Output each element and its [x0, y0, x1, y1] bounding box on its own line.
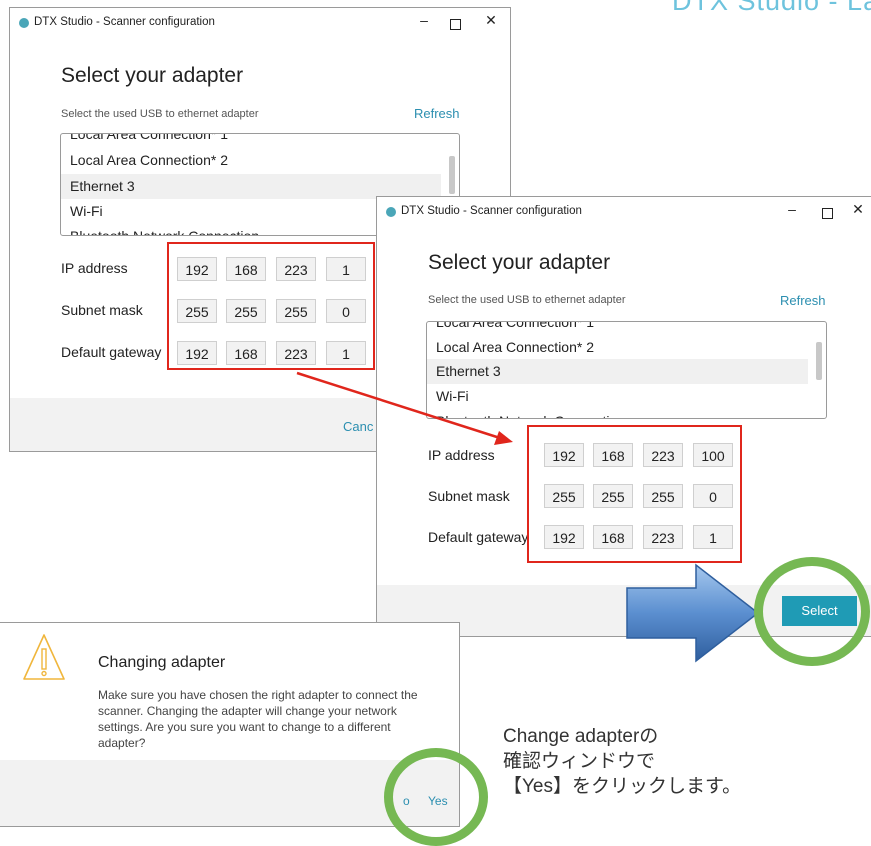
close-button[interactable]: ✕	[480, 12, 502, 29]
list-item[interactable]: Wi-Fi	[427, 384, 808, 409]
highlight-circle-select	[754, 557, 870, 666]
adapter-subtitle: Select the used USB to ethernet adapter	[61, 108, 259, 120]
highlight-box	[527, 425, 742, 563]
annotation-note: Change adapterの 確認ウィンドウで 【Yes】をクリックします。	[503, 724, 741, 799]
page-title: Select your adapter	[61, 64, 244, 87]
app-icon	[386, 207, 396, 217]
annotation-line-3: 【Yes】をクリックします。	[503, 776, 742, 797]
minimize-button[interactable]: –	[781, 201, 803, 217]
highlight-box	[167, 242, 375, 370]
cancel-button[interactable]: el	[736, 605, 746, 620]
title-bar: DTX Studio - Scanner configuration – ✕	[10, 8, 510, 38]
dialog-message: Make sure you have chosen the right adap…	[98, 688, 418, 750]
window-title: DTX Studio - Scanner configuration	[401, 205, 582, 217]
refresh-link[interactable]: Refresh	[780, 293, 826, 308]
window-title: DTX Studio - Scanner configuration	[34, 16, 215, 28]
scrollbar-thumb[interactable]	[449, 156, 455, 194]
list-item[interactable]: Local Area Connection* 2	[427, 335, 808, 360]
maximize-button[interactable]	[450, 19, 461, 30]
ip-label: IP address	[428, 447, 495, 463]
subnet-label: Subnet mask	[428, 488, 510, 504]
annotation-line-2: 確認ウィンドウで	[503, 751, 656, 772]
ip-label: IP address	[61, 260, 128, 276]
close-button[interactable]: ✕	[847, 201, 869, 218]
maximize-button[interactable]	[822, 208, 833, 219]
page-header: DTX Studio - La	[672, 0, 871, 16]
list-item[interactable]: Local Area Connection* 1	[61, 134, 441, 147]
scrollbar-thumb[interactable]	[816, 342, 822, 380]
subnet-label: Subnet mask	[61, 302, 143, 318]
minimize-button[interactable]: –	[413, 12, 435, 28]
highlight-circle-yes	[384, 748, 488, 846]
title-bar: DTX Studio - Scanner configuration – ✕	[377, 197, 871, 227]
cancel-button[interactable]: Canc	[343, 419, 373, 434]
app-icon	[19, 18, 29, 28]
list-item-selected[interactable]: Ethernet 3	[427, 359, 808, 384]
annotation-line-1: Change adapterの	[503, 726, 659, 747]
dialog-title: Changing adapter	[98, 654, 226, 671]
page-title: Select your adapter	[428, 251, 611, 274]
warning-icon	[23, 634, 65, 680]
gateway-label: Default gateway	[61, 344, 162, 360]
refresh-link[interactable]: Refresh	[414, 106, 460, 121]
adapter-subtitle: Select the used USB to ethernet adapter	[428, 294, 626, 306]
list-item[interactable]: Bluetooth Network Connection	[427, 409, 808, 418]
list-item[interactable]: Local Area Connection* 2	[61, 148, 441, 173]
adapter-list[interactable]: Local Area Connection* 1 Local Area Conn…	[426, 321, 827, 419]
list-item[interactable]: Local Area Connection* 1	[427, 322, 808, 335]
gateway-label: Default gateway	[428, 529, 529, 545]
